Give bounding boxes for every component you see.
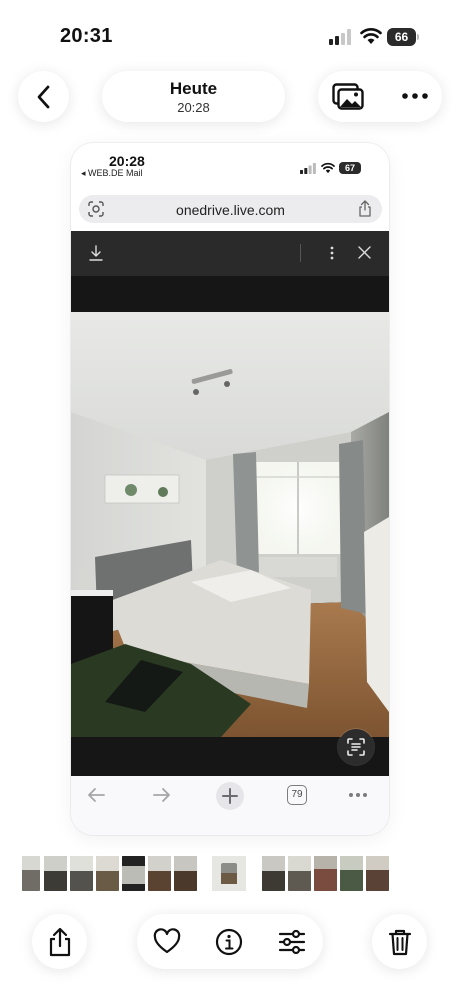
browser-more-icon[interactable] [348, 792, 368, 798]
sliders-icon[interactable] [278, 928, 306, 956]
text-scan-icon [347, 738, 365, 756]
header-title: Heute [169, 79, 218, 98]
bedroom-photo [71, 312, 389, 737]
filmstrip-thumbnail[interactable] [70, 856, 93, 891]
photo-viewer [71, 231, 389, 776]
thumbnail-image [148, 856, 171, 891]
download-icon[interactable] [89, 245, 103, 261]
inner-back-to-app: ◂ WEB.DE Mail [81, 168, 143, 178]
header-subtitle: 20:28 [177, 100, 210, 115]
browser-forward-icon[interactable] [151, 784, 173, 806]
battery-indicator: 66 [387, 28, 419, 46]
wifi-icon [360, 28, 382, 44]
filmstrip-thumbnail[interactable] [314, 856, 337, 891]
status-bar: 20:31 66 [0, 0, 460, 70]
new-tab-icon[interactable] [215, 781, 245, 811]
thumbnail-image [314, 856, 337, 891]
thumbnail-image [340, 856, 363, 891]
browser-back-icon[interactable] [85, 784, 107, 806]
screenshot-preview[interactable]: 20:28 ◂ WEB.DE Mail 67 onedrive.live.com [71, 143, 389, 835]
thumbnail-image [212, 856, 246, 891]
share-icon [359, 200, 371, 217]
toolbar-divider [300, 244, 301, 262]
filmstrip-thumbnail[interactable] [44, 856, 67, 891]
filmstrip-thumbnail-selected[interactable] [212, 856, 246, 891]
filmstrip-thumbnail[interactable] [122, 856, 145, 891]
inner-wifi-icon [321, 162, 335, 174]
address-bar[interactable]: onedrive.live.com [79, 195, 382, 223]
info-icon[interactable] [215, 928, 243, 956]
trash-icon [388, 929, 411, 955]
back-button[interactable] [18, 71, 69, 122]
delete-button[interactable] [372, 914, 427, 969]
viewer-toolbar [71, 231, 389, 276]
inner-signal-icon [300, 163, 316, 174]
thumbnail-image [288, 856, 311, 891]
thumbnail-image [262, 856, 285, 891]
address-url: onedrive.live.com [176, 202, 285, 218]
inner-status-bar: 20:28 ◂ WEB.DE Mail 67 [71, 143, 389, 185]
share-icon [49, 927, 70, 956]
filmstrip-thumbnail[interactable] [174, 856, 197, 891]
inner-status-time: 20:28 [109, 153, 145, 169]
share-button[interactable] [32, 914, 87, 969]
ellipsis-icon[interactable] [402, 91, 428, 101]
thumbnail-image [366, 856, 389, 891]
filmstrip-thumbnail[interactable] [148, 856, 171, 891]
filmstrip-thumbnail[interactable] [366, 856, 389, 891]
thumbnail-image [96, 856, 119, 891]
top-actions [318, 71, 442, 122]
battery-level: 66 [387, 28, 416, 46]
browser-toolbar: 79 [71, 776, 389, 835]
cellular-signal-icon [329, 29, 351, 45]
photo-actions [137, 914, 323, 969]
photo-filmstrip[interactable] [22, 856, 402, 891]
heart-icon[interactable] [153, 928, 181, 956]
filmstrip-thumbnail[interactable] [340, 856, 363, 891]
battery-cap [417, 34, 419, 40]
thumbnail-image [22, 856, 40, 891]
photo-stack-icon[interactable] [332, 83, 364, 111]
status-time: 20:31 [60, 25, 113, 47]
chevron-left-icon [37, 85, 49, 108]
inner-battery-level: 67 [339, 162, 361, 174]
thumbnail-image [122, 856, 145, 891]
thumbnail-image [70, 856, 93, 891]
filmstrip-thumbnail[interactable] [96, 856, 119, 891]
date-header: Heute 20:28 [102, 71, 285, 122]
filmstrip-thumbnail[interactable] [262, 856, 285, 891]
tab-count[interactable]: 79 [287, 785, 307, 805]
vertical-ellipsis-icon[interactable] [330, 245, 334, 261]
thumbnail-image [174, 856, 197, 891]
filmstrip-thumbnail[interactable] [22, 856, 40, 891]
filmstrip-thumbnail[interactable] [288, 856, 311, 891]
close-icon[interactable] [358, 246, 371, 259]
visual-lookup-button[interactable] [338, 729, 374, 765]
thumbnail-image [44, 856, 67, 891]
